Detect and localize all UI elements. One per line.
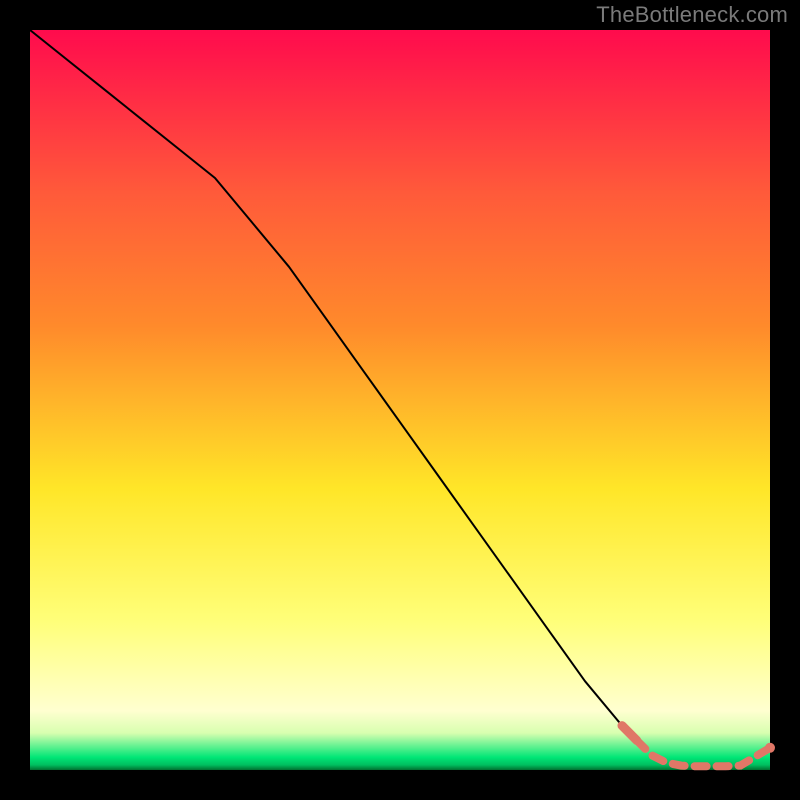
- bottleneck-curve-solid: [30, 30, 637, 740]
- watermark-text: TheBottleneck.com: [596, 2, 788, 28]
- marker-head: [622, 726, 637, 741]
- chart-frame: TheBottleneck.com: [0, 0, 800, 800]
- plot-area: [30, 30, 770, 770]
- bottleneck-curve-dashed: [637, 740, 770, 766]
- marker-tail-dot: [765, 743, 775, 753]
- chart-svg: [30, 30, 770, 770]
